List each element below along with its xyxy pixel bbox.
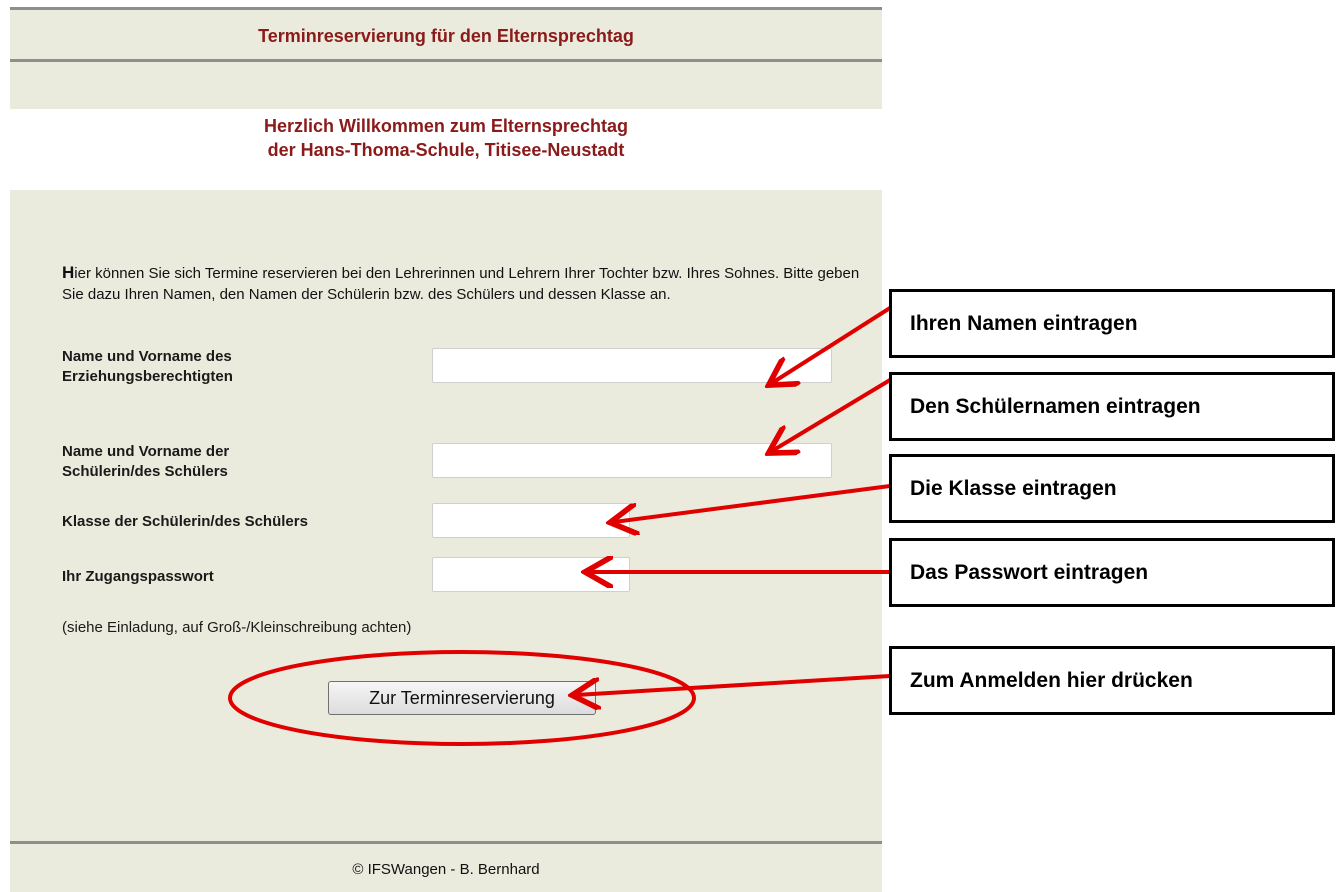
callout-student-name: Den Schülernamen eintragen — [889, 372, 1335, 441]
submit-button-highlight — [228, 650, 696, 746]
callout-submit: Zum Anmelden hier drücken — [889, 646, 1335, 715]
callout-class: Die Klasse eintragen — [889, 454, 1335, 523]
arrow-to-class — [614, 484, 891, 522]
arrow-to-submit — [576, 674, 891, 695]
annotation-arrows — [228, 306, 892, 746]
callout-name: Ihren Namen eintragen — [889, 289, 1335, 358]
arrow-to-parent-name — [772, 306, 892, 383]
arrow-to-student-name — [772, 378, 892, 451]
callout-password: Das Passwort eintragen — [889, 538, 1335, 607]
